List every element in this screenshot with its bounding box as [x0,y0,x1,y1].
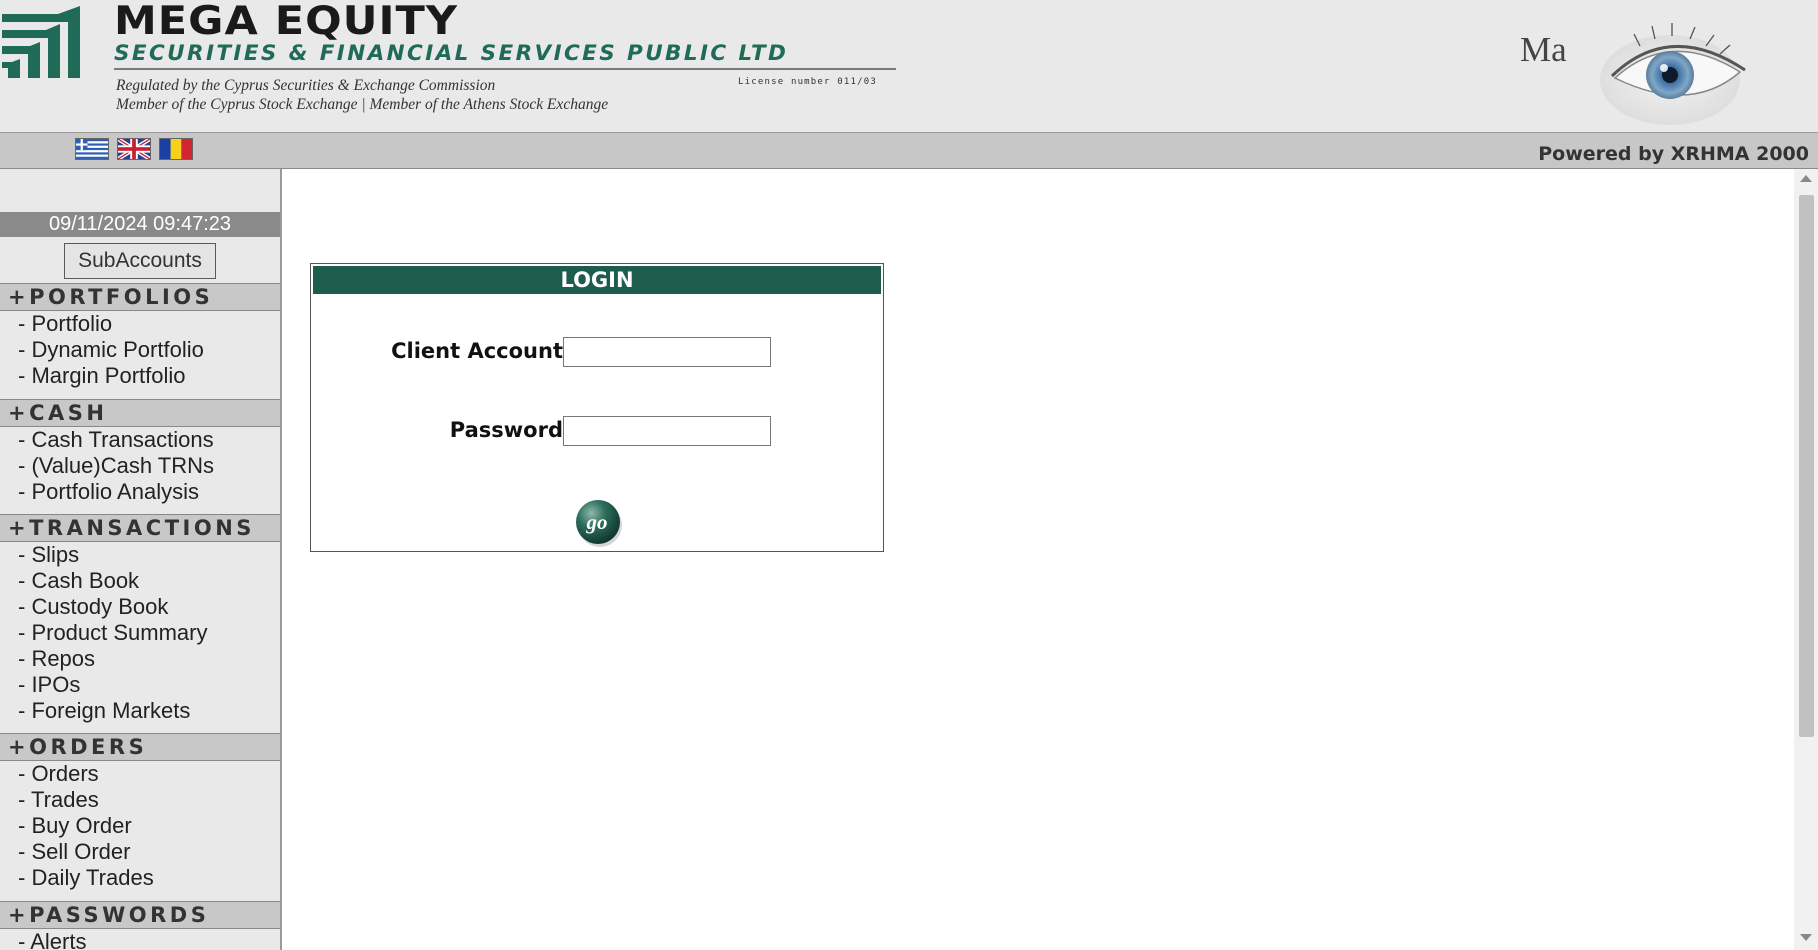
go-button[interactable]: go [573,498,623,548]
greek-flag-icon[interactable] [75,138,109,160]
menu-item-buy-order[interactable]: - Buy Order [0,813,280,839]
login-title: LOGIN [313,266,881,294]
client-account-input[interactable] [563,337,771,367]
section-header-orders[interactable]: +ORDERS [0,733,280,761]
menu-item-daily-trades[interactable]: - Daily Trades [0,865,280,891]
menu-item-product-summary[interactable]: - Product Summary [0,620,280,646]
section-header-transactions[interactable]: +TRANSACTIONS [0,514,280,542]
cash-section: +CASH - Cash Transactions - (Value)Cash … [0,399,280,505]
menu-item-alerts[interactable]: - Alerts [0,929,280,950]
portfolios-section: +PORTFOLIOS - Portfolio - Dynamic Portfo… [0,283,280,389]
main-content: LOGIN Client Account Password go [282,169,1794,950]
menu-item-sell-order[interactable]: - Sell Order [0,839,280,865]
mega-equity-logo-icon [2,6,80,78]
header: MEGA EQUITY SECURITIES & FINANCIAL SERVI… [0,0,1818,134]
language-bar: Powered by XRHMA 2000 [0,133,1818,169]
password-label: Password [449,418,563,442]
section-header-portfolios[interactable]: +PORTFOLIOS [0,283,280,311]
menu-item-custody-book[interactable]: - Custody Book [0,594,280,620]
menu-item-ipos[interactable]: - IPOs [0,672,280,698]
romanian-flag-icon[interactable] [159,138,193,160]
menu-item-foreign-markets[interactable]: - Foreign Markets [0,698,280,724]
menu-item-portfolio-analysis[interactable]: - Portfolio Analysis [0,479,280,505]
uk-flag-icon[interactable] [117,138,151,160]
subaccounts-button[interactable]: SubAccounts [64,243,216,279]
menu-item-slips[interactable]: - Slips [0,542,280,568]
menu-item-portfolio[interactable]: - Portfolio [0,311,280,337]
menu-item-repos[interactable]: - Repos [0,646,280,672]
regulation-text: Regulated by the Cyprus Securities & Exc… [116,77,496,94]
brand-divider [114,68,896,70]
menu-item-orders[interactable]: - Orders [0,761,280,787]
orders-section: +ORDERS - Orders - Trades - Buy Order - … [0,733,280,891]
vertical-scrollbar[interactable] [1794,169,1818,950]
password-input[interactable] [563,416,771,446]
client-account-label: Client Account [391,339,563,363]
menu-item-dynamic-portfolio[interactable]: - Dynamic Portfolio [0,337,280,363]
ma-text: Ma [1520,30,1567,69]
login-panel: LOGIN Client Account Password go [310,263,884,552]
go-label: go [586,510,608,534]
membership-text: Member of the Cyprus Stock Exchange | Me… [116,96,609,113]
section-header-cash[interactable]: +CASH [0,399,280,427]
menu-item-cash-transactions[interactable]: - Cash Transactions [0,427,280,453]
passwords-section: +PASSWORDS - Alerts [0,901,280,950]
brand-name: MEGA EQUITY [114,0,459,44]
menu-item-margin-portfolio[interactable]: - Margin Portfolio [0,363,280,389]
brand-subtitle: SECURITIES & FINANCIAL SERVICES PUBLIC L… [114,41,789,66]
menu-item-trades[interactable]: - Trades [0,787,280,813]
scroll-up-icon[interactable] [1800,175,1812,182]
transactions-section: +TRANSACTIONS - Slips - Cash Book - Cust… [0,514,280,724]
eye-icon [1600,23,1746,125]
menu-item-value-cash-trns[interactable]: - (Value)Cash TRNs [0,453,280,479]
powered-by-text: Powered by XRHMA 2000 [1538,143,1809,165]
license-number: License number 011/03 [738,77,877,87]
scroll-down-icon[interactable] [1800,934,1812,941]
menu-item-cash-book[interactable]: - Cash Book [0,568,280,594]
section-header-passwords[interactable]: +PASSWORDS [0,901,280,929]
datetime-display: 09/11/2024 09:47:23 [0,212,280,237]
scrollbar-thumb[interactable] [1799,195,1814,737]
sidebar: 09/11/2024 09:47:23 SubAccounts +PORTFOL… [0,169,282,950]
